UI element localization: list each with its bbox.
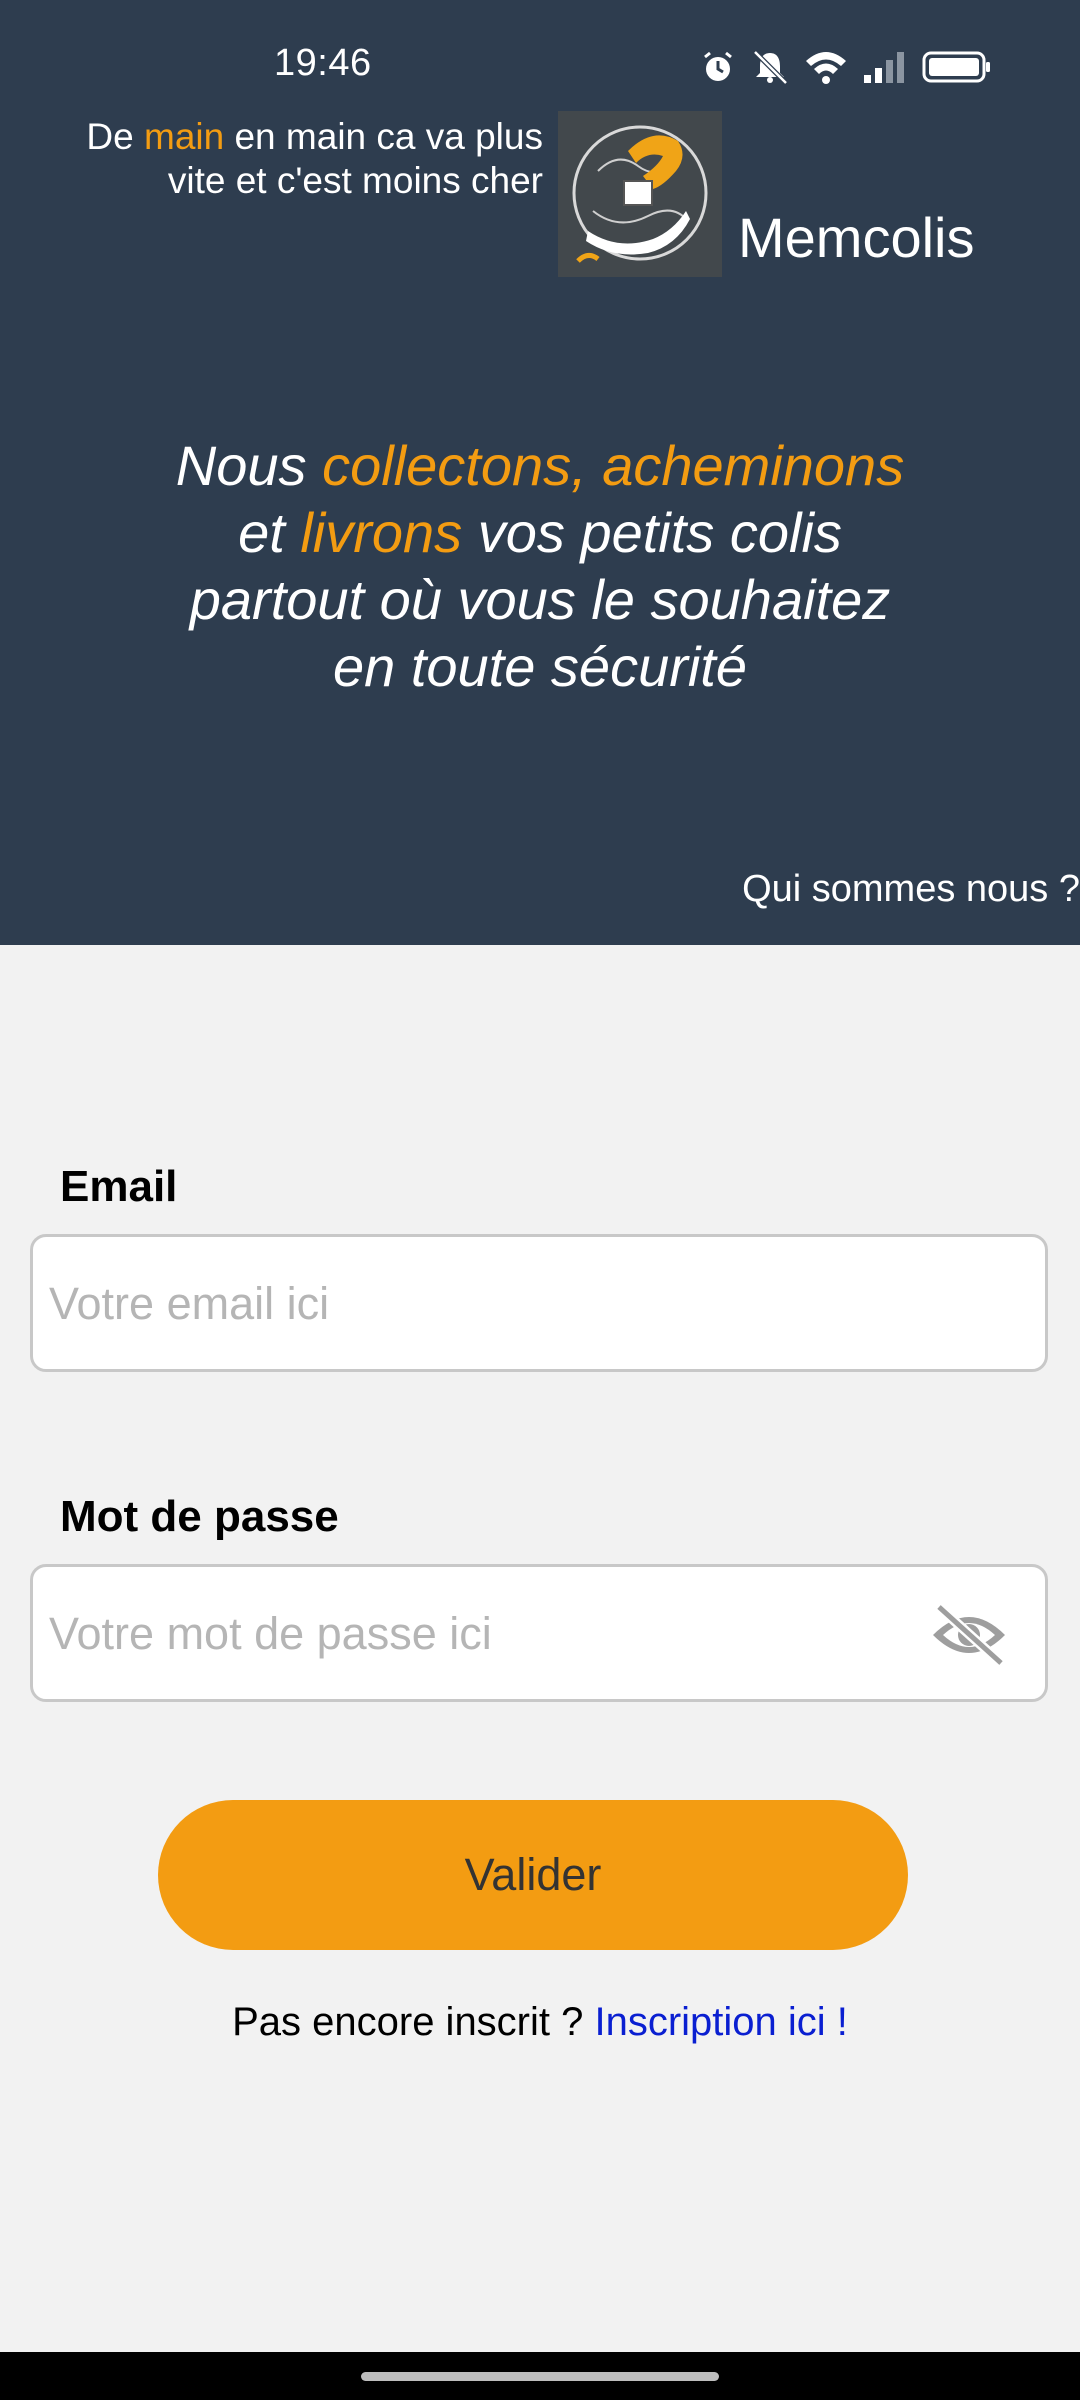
email-input[interactable] bbox=[47, 1237, 931, 1371]
email-field-box[interactable] bbox=[30, 1234, 1048, 1372]
slogan-highlight: collectons, acheminons bbox=[322, 434, 905, 497]
alarm-icon bbox=[704, 51, 732, 81]
password-input[interactable] bbox=[47, 1567, 931, 1701]
home-indicator[interactable] bbox=[361, 2372, 719, 2381]
battery-icon bbox=[922, 51, 990, 83]
tagline-highlight: main bbox=[144, 116, 225, 157]
hand-package-logo bbox=[558, 111, 722, 277]
signup-link[interactable]: Inscription ici ! bbox=[594, 2000, 847, 2044]
signup-text: Pas encore inscrit ? bbox=[232, 2000, 595, 2044]
about-link[interactable]: Qui sommes nous ? bbox=[742, 868, 1080, 911]
tagline-line2: vite et c'est moins cher bbox=[167, 160, 543, 201]
slogan-text: Nous bbox=[175, 434, 323, 497]
signup-prompt: Pas encore inscrit ? Inscription ici ! bbox=[0, 2000, 1080, 2045]
header-banner: 19:46 De main en main ca va plus vite et… bbox=[0, 0, 1080, 945]
bell-muted-icon bbox=[753, 50, 788, 85]
tagline: De main en main ca va plus vite et c'est… bbox=[23, 115, 543, 203]
slogan-text: et bbox=[238, 501, 301, 564]
status-time: 19:46 bbox=[274, 42, 372, 84]
email-label: Email bbox=[60, 1162, 178, 1211]
password-label: Mot de passe bbox=[60, 1492, 339, 1541]
eye-off-icon[interactable] bbox=[929, 1603, 1009, 1667]
brand-name: Memcolis bbox=[738, 206, 975, 269]
status-icons bbox=[700, 44, 992, 90]
hero-slogan: Nous collectons, acheminons et livrons v… bbox=[90, 432, 990, 700]
system-nav-bar bbox=[0, 2352, 1080, 2400]
wifi-icon bbox=[806, 52, 846, 84]
slogan-highlight: livrons bbox=[300, 501, 463, 564]
submit-button[interactable]: Valider bbox=[158, 1800, 908, 1950]
password-field-box[interactable] bbox=[30, 1564, 1048, 1702]
slogan-line4: en toute sécurité bbox=[332, 635, 748, 698]
tagline-text: en main ca va plus bbox=[224, 116, 543, 157]
status-bar: 19:46 bbox=[0, 0, 1080, 120]
slogan-line3: partout où vous le souhaitez bbox=[189, 568, 891, 631]
tagline-text: De bbox=[86, 116, 144, 157]
signal-icon bbox=[864, 52, 904, 83]
slogan-text: vos petits colis bbox=[462, 501, 842, 564]
